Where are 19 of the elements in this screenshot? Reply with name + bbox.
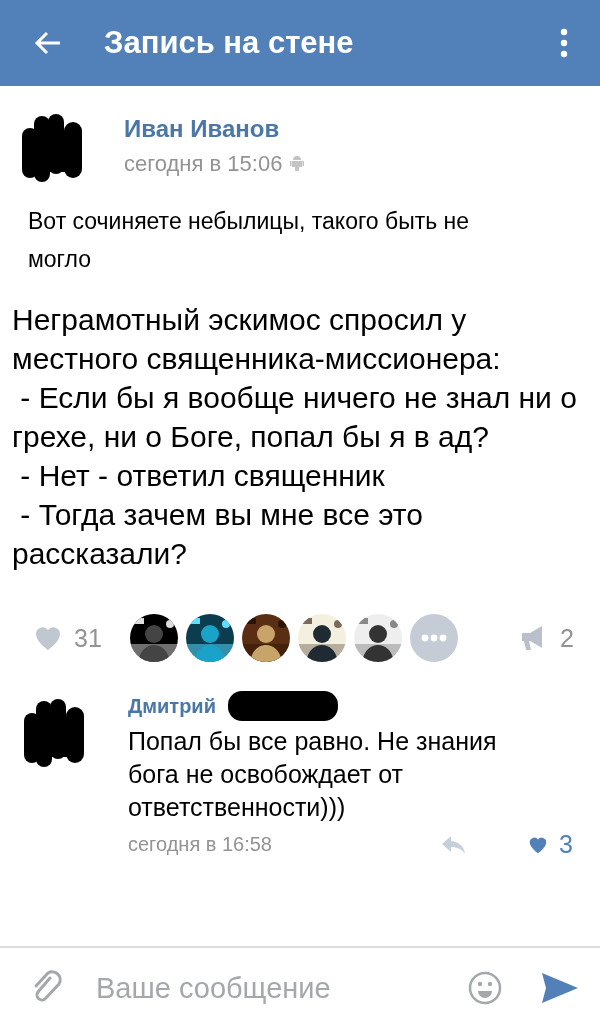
message-field[interactable]: Ваше сообщение <box>84 967 448 1009</box>
reply-icon <box>441 834 468 855</box>
post-text: Вот сочиняете небылицы, такого быть не могло <box>28 207 471 274</box>
like-button[interactable]: 31 <box>32 622 102 654</box>
post-text: Неграмотный эскимос спросил у местного священника-миссионера: - Если бы я вообще ничего не знал ни о грехе, ни о Боге, попал бы я в ад? - Нет - ответил священник - Тогда зачем вы мне все это рассказали? <box>12 302 578 572</box>
repost-button[interactable]: 2 <box>520 623 574 653</box>
more-icon <box>560 28 568 58</box>
reply-button[interactable] <box>441 834 468 855</box>
commenter-name[interactable]: Дмитрий <box>128 694 216 718</box>
post-time: сегодня в 15:06 <box>124 151 283 177</box>
emoji-button[interactable] <box>468 971 502 1005</box>
comment-text: Попал бы все равно. Не знания бога не освобождает от ответственности))) <box>128 726 498 823</box>
page-title: Запись на стене <box>104 25 355 61</box>
more-likers-button[interactable] <box>409 614 458 662</box>
author-name[interactable]: Иван Иванов <box>124 115 280 143</box>
more-icon <box>420 634 447 642</box>
send-button[interactable] <box>542 973 578 1003</box>
comment-time: сегодня в 16:58 <box>128 833 273 856</box>
like-button[interactable]: 3 <box>527 830 573 859</box>
